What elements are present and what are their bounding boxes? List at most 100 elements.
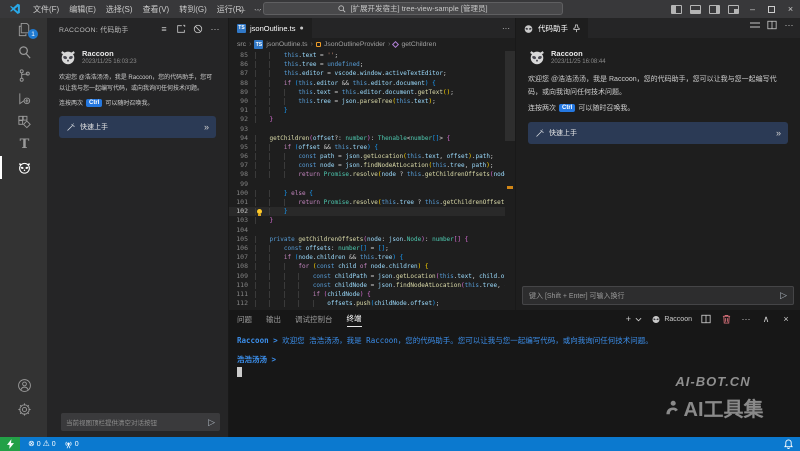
tab-debug-console[interactable]: 调试控制台 (295, 312, 333, 327)
menu-edit[interactable]: 编辑(E) (64, 4, 101, 15)
send-icon[interactable]: ▷ (780, 290, 787, 301)
forward-arrow-icon[interactable]: → (253, 4, 262, 14)
remote-indicator[interactable] (0, 437, 20, 451)
code-line[interactable]: 102 } (229, 207, 505, 216)
breadcrumb-file[interactable]: jsonOutline.ts (266, 41, 307, 48)
code-line[interactable]: 85 this.text = ''; (229, 51, 505, 60)
code-line[interactable]: 94 getChildren(offset?: number): Thenabl… (229, 134, 505, 143)
split-editor-icon[interactable] (765, 18, 779, 32)
account-button[interactable] (0, 374, 47, 397)
code-line[interactable]: 105 private getChildrenOffsets(node: jso… (229, 235, 505, 244)
code-line[interactable]: 87 this.editor = vscode.window.activeTex… (229, 69, 505, 78)
sidebar-item-tree-view[interactable]: T (0, 133, 47, 156)
code-text: if (this.editor && this.editor.document)… (255, 79, 436, 88)
problems-status[interactable]: ⊗ 0 ⚠ 0 (28, 440, 56, 448)
code-line[interactable]: 107 if (node.children && this.tree) { (229, 253, 505, 262)
close-button[interactable]: × (781, 0, 800, 18)
toggle-panel-icon[interactable] (690, 5, 701, 14)
more-actions-icon[interactable]: ··· (740, 312, 752, 326)
code-line[interactable]: 110 const childNode = json.findNodeAtLoc… (229, 281, 505, 290)
kill-terminal-icon[interactable] (720, 312, 732, 326)
code-line[interactable]: 91 } (229, 106, 505, 115)
sidebar-item-search[interactable] (0, 41, 47, 64)
vscode-logo-icon (8, 3, 22, 15)
toggle-sidebar-right-icon[interactable] (709, 5, 720, 14)
breadcrumb-src[interactable]: src (237, 41, 246, 48)
code-line[interactable]: 86 this.tree = undefined; (229, 60, 505, 69)
menu-go[interactable]: 转到(G) (174, 4, 212, 15)
customize-layout-icon[interactable] (728, 5, 739, 14)
clear-chat-icon[interactable]: ≡ (157, 22, 171, 36)
code-text: this.editor = vscode.window.activeTextEd… (255, 69, 447, 78)
code-line[interactable]: 104 (229, 226, 505, 235)
code-line[interactable]: 97 const node = json.findNodeAtLocation(… (229, 161, 505, 170)
tab-terminal[interactable]: 终端 (347, 311, 362, 327)
more-actions-icon[interactable]: ··· (208, 22, 222, 36)
sidebar-item-explorer[interactable]: 1 (0, 18, 47, 41)
settings-gear-icon[interactable] (0, 398, 47, 421)
line-number: 85 (229, 51, 255, 60)
code-line[interactable]: 92 } (229, 115, 505, 124)
split-terminal-icon[interactable] (700, 312, 712, 326)
command-center[interactable]: [扩展开发宿主] tree-view-sample [管理员] (263, 2, 563, 15)
tab-assistant[interactable]: 代码助手 (516, 18, 589, 38)
menu-view[interactable]: 查看(V) (138, 4, 175, 15)
breadcrumb-class[interactable]: JsonOutlineProvider (324, 41, 385, 48)
terminal-content[interactable]: Raccoon > 欢迎您 浩浩汤汤，我是 Raccoon，您的代码助手。您可以… (229, 328, 800, 377)
terminal-instance-label[interactable]: Raccoon (651, 314, 692, 324)
modified-dot-icon[interactable]: ● (299, 25, 303, 32)
code-lines[interactable]: 85 this.text = '';86 this.tree = undefin… (229, 51, 505, 310)
code-line[interactable]: 101 return Promise.resolve(this.tree ? t… (229, 198, 505, 207)
code-line[interactable]: 109 const childPath = json.getLocation(t… (229, 272, 505, 281)
code-line[interactable]: 96 const path = json.getLocation(this.te… (229, 152, 505, 161)
code-line[interactable]: 90 this.tree = json.parseTree(this.text)… (229, 97, 505, 106)
sidebar-item-run-debug[interactable] (0, 87, 47, 110)
close-panel-icon[interactable]: × (780, 312, 792, 326)
menu-file[interactable]: 文件(F) (28, 4, 64, 15)
code-line[interactable]: 106 const offsets: number[] = []; (229, 244, 505, 253)
code-line[interactable]: 95 if (offset && this.tree) { (229, 143, 505, 152)
block-icon[interactable] (191, 22, 205, 36)
assistant-chat-input[interactable]: 键入 [Shift + Enter] 可输入换行 ▷ (522, 286, 794, 305)
code-line[interactable]: 100 } else { (229, 189, 505, 198)
tab-output[interactable]: 输出 (266, 312, 281, 327)
quickstart-button[interactable]: 快速上手 » (59, 116, 216, 138)
line-number: 99 (229, 180, 255, 189)
tab-jsonoutline[interactable]: TS jsonOutline.ts ● (229, 18, 313, 38)
new-chat-icon[interactable] (174, 22, 188, 36)
ruler-marker (507, 186, 513, 189)
code-line[interactable]: 99 (229, 180, 505, 189)
code-line[interactable]: 93 (229, 125, 505, 134)
code-line[interactable]: 88 if (this.editor && this.editor.docume… (229, 79, 505, 88)
sidebar-item-extensions[interactable] (0, 110, 47, 133)
code-line[interactable]: 98 return Promise.resolve(node ? this.ge… (229, 170, 505, 179)
toggle-sidebar-left-icon[interactable] (671, 5, 682, 14)
toggle-layout-icon[interactable] (748, 18, 762, 32)
menu-selection[interactable]: 选择(S) (101, 4, 138, 15)
quickstart-button[interactable]: 快速上手 » (528, 122, 788, 144)
maximize-panel-icon[interactable]: ∧ (760, 312, 772, 326)
broadcast-status[interactable]: 0 (64, 440, 79, 449)
code-line[interactable]: 112 offsets.push(childNode.offset); (229, 299, 505, 308)
code-line[interactable]: 103 } (229, 216, 505, 225)
scrollbar-slider[interactable] (505, 51, 515, 141)
sidebar-chat-input[interactable]: 当前视图顶栏提供清空对话按钮 ▷ (61, 413, 220, 431)
back-arrow-icon[interactable]: ← (238, 4, 247, 14)
terminal-dropdown-icon[interactable] (634, 312, 643, 326)
overview-ruler[interactable] (505, 51, 515, 310)
breadcrumb-method[interactable]: getChildren (401, 41, 436, 48)
tab-problems[interactable]: 问题 (237, 312, 252, 327)
minimize-button[interactable]: – (743, 0, 762, 18)
pin-icon[interactable] (572, 24, 581, 33)
more-actions-icon[interactable]: ··· (782, 18, 796, 32)
code-line[interactable]: 89 this.text = this.editor.document.getT… (229, 88, 505, 97)
send-icon[interactable]: ▷ (208, 417, 215, 428)
code-line[interactable]: 108 for (const child of node.children) { (229, 262, 505, 271)
sidebar-item-raccoon[interactable] (0, 156, 47, 179)
editor-more-actions-icon[interactable]: ··· (497, 18, 515, 38)
maximize-button[interactable] (762, 0, 781, 18)
notifications-bell-icon[interactable] (784, 439, 793, 449)
code-line[interactable]: 111 if (childNode) { (229, 290, 505, 299)
sidebar-item-source-control[interactable] (0, 64, 47, 87)
new-terminal-icon[interactable]: + (622, 312, 634, 326)
